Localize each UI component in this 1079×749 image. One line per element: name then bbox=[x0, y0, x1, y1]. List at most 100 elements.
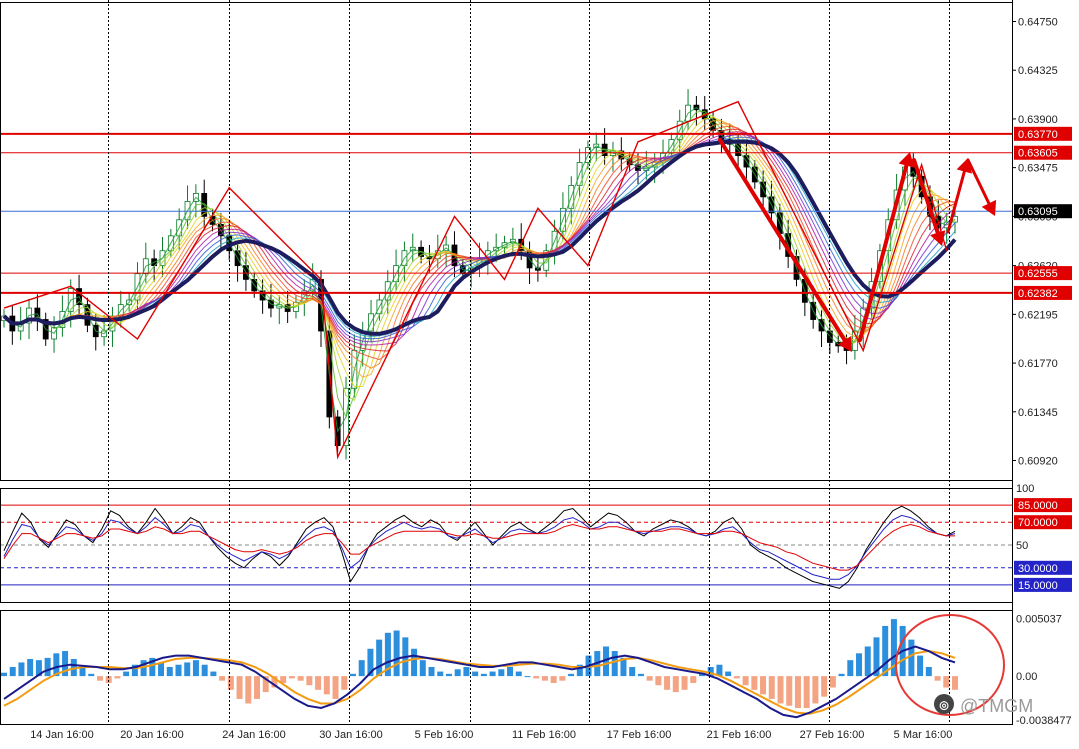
macd-histogram-bar bbox=[629, 667, 636, 677]
level-tag-label: 0.63095 bbox=[1018, 206, 1058, 218]
watermark-brand: @TMGM bbox=[960, 696, 1033, 716]
macd-histogram-bar bbox=[376, 639, 383, 677]
macd-histogram-bar bbox=[411, 648, 418, 677]
time-tick-label: 20 Jan 16:00 bbox=[120, 729, 184, 741]
macd-histogram-bar bbox=[480, 673, 487, 677]
macd-histogram-bar bbox=[725, 671, 732, 677]
macd-histogram-bar bbox=[192, 660, 199, 677]
osc-tick-label: 100 bbox=[1016, 483, 1034, 495]
macd-histogram-bar bbox=[794, 676, 801, 709]
macd-histogram-bar bbox=[288, 676, 295, 679]
macd-histogram-bar bbox=[559, 676, 566, 681]
macd-histogram-bar bbox=[864, 646, 871, 677]
macd-histogram-bar bbox=[201, 664, 208, 677]
macd-histogram-bar bbox=[821, 676, 828, 697]
level-tag-label: 0.62555 bbox=[1018, 268, 1058, 280]
macd-histogram-bar bbox=[349, 673, 356, 677]
forex-chart: 0.647500.643250.639000.634750.630500.626… bbox=[0, 0, 1079, 749]
macd-histogram-bar bbox=[681, 676, 688, 690]
macd-histogram-bar bbox=[419, 660, 426, 677]
time-tick-label: 17 Feb 16:00 bbox=[607, 729, 672, 741]
macd-histogram-bar bbox=[96, 676, 103, 681]
macd-histogram-bar bbox=[507, 667, 514, 677]
osc-level-label: 15.0000 bbox=[1018, 580, 1058, 592]
macd-histogram-bar bbox=[489, 671, 496, 677]
price-tick-label: 0.60920 bbox=[1018, 456, 1058, 468]
macd-histogram-bar bbox=[917, 655, 924, 677]
price-tick-label: 0.61770 bbox=[1018, 358, 1058, 370]
macd-histogram-bar bbox=[184, 662, 191, 677]
macd-histogram-bar bbox=[882, 625, 889, 677]
macd-histogram-bar bbox=[210, 671, 217, 677]
time-tick-label: 30 Jan 16:00 bbox=[319, 729, 383, 741]
level-tag-label: 0.63605 bbox=[1018, 148, 1058, 160]
macd-histogram-bar bbox=[733, 676, 740, 679]
time-tick-label: 5 Feb 16:00 bbox=[415, 729, 474, 741]
macd-histogram-bar bbox=[655, 676, 662, 686]
price-tick-label: 0.64750 bbox=[1018, 16, 1058, 28]
time-tick-label: 27 Feb 16:00 bbox=[800, 729, 865, 741]
macd-histogram-bar bbox=[777, 676, 784, 704]
macd-histogram-bar bbox=[803, 676, 810, 709]
macd-histogram-bar bbox=[952, 676, 958, 690]
macd-histogram-bar bbox=[114, 676, 121, 679]
macd-histogram-bar bbox=[166, 667, 173, 677]
macd-histogram-bar bbox=[323, 676, 330, 695]
macd-histogram-bar bbox=[454, 669, 461, 677]
macd-histogram-bar bbox=[341, 676, 348, 690]
tmgm-logo-icon: ◎ bbox=[934, 694, 954, 714]
macd-histogram-bar bbox=[646, 676, 653, 681]
macd-histogram-bar bbox=[245, 676, 252, 704]
macd-histogram-bar bbox=[358, 660, 365, 677]
level-tag-label: 0.63770 bbox=[1018, 129, 1058, 141]
macd-histogram-bar bbox=[533, 676, 540, 679]
macd-histogram-bar bbox=[306, 676, 313, 686]
macd-histogram-bar bbox=[847, 660, 854, 677]
time-tick-label: 21 Feb 16:00 bbox=[707, 729, 772, 741]
macd-histogram-bar bbox=[18, 662, 25, 677]
macd-histogram-bar bbox=[664, 676, 671, 690]
macd-histogram-bar bbox=[158, 662, 165, 677]
macd-histogram-bar bbox=[768, 676, 775, 699]
macd-histogram-bar bbox=[428, 667, 435, 677]
time-tick-label: 11 Feb 16:00 bbox=[512, 729, 576, 741]
osc-level-label: 85.0000 bbox=[1018, 500, 1058, 512]
macd-histogram-bar bbox=[1, 672, 7, 677]
macd-histogram-bar bbox=[9, 667, 16, 677]
macd-histogram-bar bbox=[672, 676, 679, 693]
macd-histogram-bar bbox=[175, 664, 182, 677]
macd-histogram-bar bbox=[27, 659, 34, 677]
macd-histogram-bar bbox=[786, 676, 793, 706]
macd-histogram-bar bbox=[393, 630, 400, 677]
macd-histogram-bar bbox=[297, 676, 304, 681]
price-tick-label: 0.63900 bbox=[1018, 114, 1058, 126]
macd-histogram-bar bbox=[254, 676, 261, 699]
macd-histogram-bar bbox=[498, 669, 505, 677]
osc-tick-label: 50 bbox=[1016, 540, 1028, 552]
macd-histogram-bar bbox=[742, 676, 749, 686]
macd-histogram-bar bbox=[315, 676, 322, 690]
macd-histogram-bar bbox=[838, 673, 845, 677]
macd-histogram-bar bbox=[236, 676, 243, 699]
macd-tick-label: 0.005037 bbox=[1016, 614, 1062, 626]
macd-histogram-bar bbox=[524, 676, 531, 678]
macd-histogram-bar bbox=[611, 651, 618, 677]
macd-histogram-bar bbox=[445, 673, 452, 677]
macd-histogram-bar bbox=[463, 667, 470, 677]
macd-histogram-bar bbox=[812, 676, 819, 704]
time-tick-label: 14 Jan 16:00 bbox=[30, 729, 94, 741]
macd-histogram-bar bbox=[332, 676, 339, 699]
price-tick-label: 0.62195 bbox=[1018, 309, 1058, 321]
time-tick-label: 5 Mar 16:00 bbox=[894, 729, 953, 741]
macd-tick-label: -0.0038477 bbox=[1016, 715, 1072, 727]
macd-histogram-bar bbox=[227, 676, 234, 690]
macd-histogram-bar bbox=[44, 657, 51, 677]
macd-histogram-bar bbox=[751, 676, 758, 690]
macd-histogram-bar bbox=[568, 673, 575, 677]
macd-histogram-bar bbox=[934, 676, 941, 681]
watermark: ◎ @TMGM bbox=[934, 694, 1033, 716]
price-tick-label: 0.61345 bbox=[1018, 407, 1058, 419]
svg-text:◎: ◎ bbox=[939, 700, 949, 712]
macd-histogram-bar bbox=[856, 653, 863, 677]
level-tag-label: 0.62382 bbox=[1018, 288, 1058, 300]
